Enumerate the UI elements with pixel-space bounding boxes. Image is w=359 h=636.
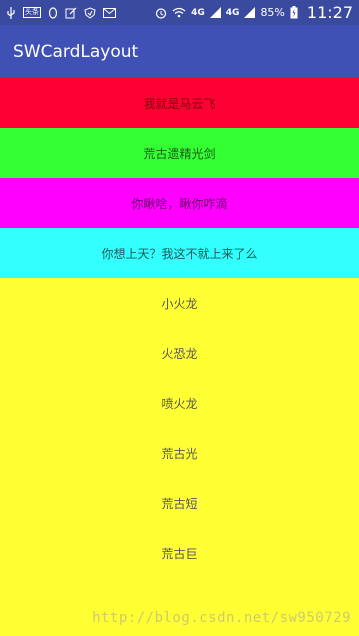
network-type-2: 4G <box>225 7 240 18</box>
card-3-label: 你瞅啥，瞅你咋滴 <box>131 196 228 211</box>
card-4[interactable]: 你想上天？我这不就上来了么 <box>0 228 359 278</box>
card-4-label: 你想上天？我这不就上来了么 <box>101 246 258 261</box>
shield-icon <box>84 6 96 19</box>
card-1[interactable]: 我就是马云飞 <box>0 78 359 128</box>
list-item[interactable]: 火恐龙 <box>0 328 359 378</box>
app-title: SWCardLayout <box>13 41 139 62</box>
list-item-label: 荒古短 <box>161 496 198 511</box>
list-item[interactable]: 荒古短 <box>0 478 359 528</box>
app-bar: SWCardLayout <box>0 25 359 78</box>
alarm-icon <box>155 7 167 19</box>
card-2[interactable]: 荒古遗精光剑 <box>0 128 359 178</box>
edit-icon <box>65 7 77 19</box>
card-1-label: 我就是马云飞 <box>143 96 216 111</box>
qq-icon <box>48 6 58 19</box>
card-3[interactable]: 你瞅啥，瞅你咋滴 <box>0 178 359 228</box>
network-type-1: 4G <box>191 7 205 18</box>
list-item[interactable]: 荒古巨 <box>0 528 359 578</box>
list-item-label: 荒古巨 <box>161 546 198 561</box>
watermark: http://blog.csdn.net/sw950729 <box>92 610 351 626</box>
item-list[interactable]: 小火龙 火恐龙 喷火龙 荒古光 荒古短 荒古巨 <box>0 278 359 578</box>
wifi-icon <box>172 7 186 18</box>
battery-percent: 85% <box>260 6 285 19</box>
list-item-label: 荒古光 <box>161 446 198 461</box>
list-item[interactable]: 喷火龙 <box>0 378 359 428</box>
clock: 11:27 <box>306 3 353 22</box>
card-2-label: 荒古遗精光剑 <box>143 146 216 161</box>
mail-icon <box>103 7 116 18</box>
list-item-label: 火恐龙 <box>161 346 198 361</box>
signal-icon-1 <box>209 7 221 18</box>
usb-icon <box>6 6 16 19</box>
status-bar: 头条 4G 4G 85% 11:27 <box>0 0 359 25</box>
list-item[interactable]: 荒古光 <box>0 428 359 478</box>
list-item-label: 喷火龙 <box>161 396 198 411</box>
battery-charging-icon <box>290 6 298 19</box>
list-item-label: 小火龙 <box>161 296 198 311</box>
news-badge-icon: 头条 <box>23 7 41 18</box>
list-item[interactable]: 小火龙 <box>0 278 359 328</box>
signal-icon-2 <box>244 7 256 18</box>
